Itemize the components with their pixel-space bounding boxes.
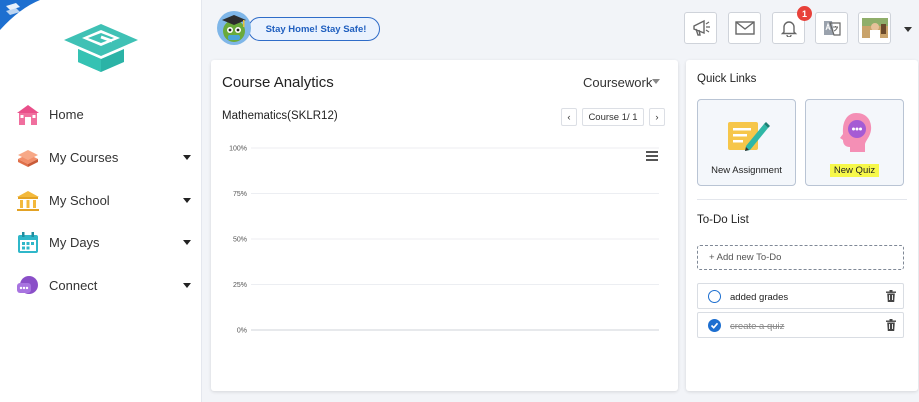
sidebar-item-my-courses[interactable]: My Courses (0, 141, 202, 175)
connect-icon (17, 276, 38, 294)
corner-logo-icon (0, 0, 40, 30)
chevron-down-icon[interactable] (904, 27, 912, 32)
todo-item[interactable]: added grades (697, 283, 904, 309)
sidebar-item-connect[interactable]: Connect (0, 269, 202, 303)
sidebar-item-my-school[interactable]: My School (0, 184, 202, 218)
todo-item[interactable]: create a quiz (697, 312, 904, 338)
chevron-down-icon[interactable] (183, 198, 191, 203)
assignment-icon (728, 122, 770, 151)
chevron-down-icon[interactable] (652, 79, 660, 84)
sidebar: Home My Courses My School My Days Connec… (0, 0, 202, 402)
todo-checkbox[interactable] (708, 290, 721, 303)
mail-icon (734, 21, 755, 35)
y-tick-label: 25% (233, 282, 247, 289)
stay-safe-banner[interactable]: Stay Home! Stay Safe! (248, 17, 380, 41)
translate-icon (823, 21, 841, 36)
y-tick-label: 100% (229, 146, 247, 153)
checkmark-icon (710, 322, 719, 329)
next-course-button[interactable]: › (649, 108, 665, 126)
prev-course-button[interactable]: ‹ (561, 108, 577, 126)
translate-button[interactable] (815, 12, 848, 44)
y-tick-label: 50% (233, 237, 247, 244)
sidebar-item-label: Home (49, 107, 84, 122)
trash-icon[interactable] (886, 290, 896, 302)
card-title: Course Analytics (222, 74, 334, 91)
top-header: Stay Home! Stay Safe! 1 (202, 0, 919, 56)
new-quiz-tile[interactable]: New Quiz (805, 99, 904, 186)
sidebar-item-label: My Days (49, 235, 100, 250)
todo-checkbox-checked[interactable] (708, 319, 721, 332)
mascot-avatar-icon (217, 11, 251, 45)
school-icon (17, 191, 39, 211)
notification-badge: 1 (797, 6, 812, 21)
hamburger-menu-icon[interactable] (646, 151, 658, 161)
new-assignment-tile[interactable]: New Assignment (697, 99, 796, 186)
calendar-icon (18, 232, 38, 253)
chevron-down-icon[interactable] (183, 283, 191, 288)
subject-label: Mathematics(SKLR12) (222, 110, 338, 122)
bell-icon (780, 21, 797, 37)
quiz-icon (840, 113, 872, 152)
y-tick-label: 0% (237, 328, 247, 335)
course-analytics-card: Course Analytics Coursework Mathematics(… (211, 60, 678, 391)
courses-icon (18, 150, 38, 167)
todo-list-title: To-Do List (697, 214, 749, 226)
banner-text: Stay Home! Stay Safe! (265, 23, 367, 35)
coursework-select[interactable]: Coursework (583, 75, 652, 90)
sidebar-item-home[interactable]: Home (0, 98, 202, 132)
sidebar-item-label: Connect (49, 278, 98, 293)
chevron-down-icon[interactable] (183, 240, 191, 245)
megaphone-icon (692, 19, 710, 36)
school-logo-icon (64, 24, 138, 72)
profile-button[interactable] (858, 12, 891, 44)
profile-avatar-icon (861, 18, 888, 38)
todo-text: added grades (730, 292, 789, 303)
analytics-chart: 100% 75% 50% 25% 0% (229, 146, 659, 335)
y-tick-label: 75% (233, 191, 247, 198)
announcement-button[interactable] (684, 12, 717, 44)
tile-label: New Quiz (806, 164, 903, 177)
sidebar-item-my-days[interactable]: My Days (0, 226, 202, 260)
todo-text: create a quiz (730, 321, 785, 332)
trash-icon[interactable] (886, 319, 896, 331)
quick-links-card: Quick Links New Assignment New Quiz To-D… (686, 60, 918, 391)
sidebar-item-label: My Courses (49, 150, 119, 165)
quick-links-title: Quick Links (697, 73, 757, 85)
sidebar-item-label: My School (49, 193, 110, 208)
course-pager-label: Course 1/ 1 (582, 108, 644, 126)
mail-button[interactable] (728, 12, 761, 44)
add-todo-input[interactable]: + Add new To-Do (697, 245, 904, 270)
tile-label: New Assignment (711, 165, 782, 176)
divider (697, 199, 907, 200)
chevron-down-icon[interactable] (183, 155, 191, 160)
home-icon (17, 105, 39, 125)
